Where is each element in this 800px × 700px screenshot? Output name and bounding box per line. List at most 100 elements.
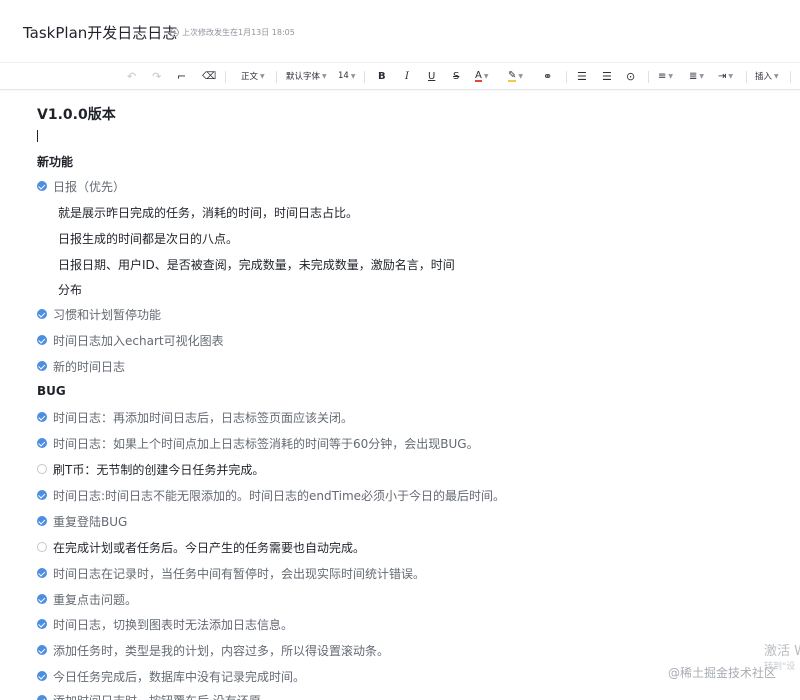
font-size-label: 14 — [338, 71, 349, 81]
chevron-down-icon: ▼ — [483, 72, 489, 80]
font-family-label: 默认字体 — [286, 72, 321, 82]
bold-button[interactable]: B — [378, 63, 386, 89]
toolbar-divider — [746, 71, 747, 83]
toolbar-divider — [790, 71, 791, 83]
checked-checkbox-icon[interactable] — [37, 568, 47, 578]
chevron-down-icon: ▼ — [728, 72, 734, 80]
bulleted-list-icon[interactable]: ☰ — [577, 63, 587, 89]
paragraph: 就是展示昨日完成的任务，消耗的时间，时间日志占比。 — [58, 206, 359, 220]
paragraph: 日报日期、用户ID、是否被查阅，完成数量，未完成数量，激励名言，时间 — [58, 258, 455, 272]
task-text: 时间日志加入echart可视化图表 — [53, 333, 224, 348]
checked-checkbox-icon[interactable] — [37, 671, 47, 681]
checked-checkbox-icon[interactable] — [37, 181, 47, 191]
checked-checkbox-icon[interactable] — [37, 619, 47, 629]
checked-checkbox-icon[interactable] — [37, 594, 47, 604]
task-item: 新的时间日志 — [37, 357, 125, 375]
font-color-icon: A — [475, 69, 482, 82]
document-title[interactable]: TaskPlan开发日志日志 — [23, 22, 177, 43]
site-watermark: @稀土掘金技术社区 — [668, 666, 777, 680]
task-item: 习惯和计划暂停功能 — [37, 305, 161, 323]
version-heading: V1.0.0版本 — [37, 107, 116, 123]
link-icon[interactable]: ⚭ — [543, 63, 552, 89]
checked-checkbox-icon[interactable] — [37, 695, 47, 700]
checked-checkbox-icon[interactable] — [37, 361, 47, 371]
formatting-toolbar: ↶ ↷ ⌐ ⌫ 正文 ▼ 默认字体 ▼ 14 ▼ B I U S A ▼ ✎ ▼… — [0, 62, 800, 90]
highlight-button[interactable]: ✎ ▼ — [508, 63, 523, 89]
task-item: 时间日志在记录时，当任务中间有暂停时，会出现实际时间统计错误。 — [37, 564, 425, 582]
task-list-icon[interactable]: ⊙ — [626, 63, 635, 89]
numbered-list-icon[interactable]: ☰ — [602, 63, 612, 89]
task-text: 时间日志：如果上个时间点加上日志标签消耗的时间等于60分钟，会出现BUG。 — [53, 436, 479, 451]
task-item: 添加时间日志时，按钮覆车后 没有还原 — [37, 691, 261, 700]
document-body[interactable]: V1.0.0版本 新功能 日报（优先） 就是展示昨日完成的任务，消耗的时间，时间… — [0, 90, 800, 700]
toolbar-divider — [364, 71, 365, 83]
paragraph: 分布 — [58, 283, 83, 297]
underline-button[interactable]: U — [428, 63, 435, 89]
unchecked-checkbox-icon[interactable] — [37, 542, 47, 552]
chevron-down-icon: ▼ — [260, 72, 265, 80]
toolbar-divider — [225, 71, 226, 83]
checked-checkbox-icon[interactable] — [37, 516, 47, 526]
clear-format-icon[interactable]: ⌫ — [202, 63, 216, 89]
highlighter-icon: ✎ — [508, 69, 517, 82]
task-text: 时间日志在记录时，当任务中间有暂停时，会出现实际时间统计错误。 — [53, 566, 426, 581]
chevron-down-icon: ▼ — [668, 72, 674, 80]
task-text: 时间日志：再添加时间日志后，日志标签页面应该关闭。 — [53, 410, 354, 425]
task-item: 刷T币：无节制的创建今日任务并完成。 — [37, 460, 264, 478]
format-painter-icon[interactable]: ⌐ — [177, 63, 186, 89]
checked-checkbox-icon[interactable] — [37, 309, 47, 319]
chevron-down-icon: ▼ — [518, 72, 524, 80]
task-text: 刷T币：无节制的创建今日任务并完成。 — [53, 462, 265, 477]
task-item: 时间日志，切换到图表时无法添加日志信息。 — [37, 615, 293, 633]
document-header: TaskPlan开发日志日志 上次修改发生在1月13日 18:05 — [0, 0, 800, 62]
align-button[interactable]: ≡ ▼ — [658, 63, 673, 89]
indent-icon: ⇥ — [718, 70, 727, 82]
redo-icon[interactable]: ↷ — [152, 63, 161, 89]
checked-checkbox-icon[interactable] — [37, 412, 47, 422]
checked-checkbox-icon[interactable] — [37, 490, 47, 500]
new-features-heading: 新功能 — [37, 155, 74, 169]
task-item: 时间日志:时间日志不能无限添加的。时间日志的endTime必须小于今日的最后时间… — [37, 486, 505, 504]
task-text: 日报（优先） — [53, 179, 126, 194]
task-item: 时间日志：再添加时间日志后，日志标签页面应该关闭。 — [37, 408, 353, 426]
task-text: 在完成计划或者任务后。今日产生的任务需要也自动完成。 — [53, 540, 366, 555]
line-spacing-button[interactable]: ≣ ▼ — [689, 63, 704, 89]
paragraph-style-dropdown[interactable]: 正文 ▼ — [241, 63, 265, 89]
indent-button[interactable]: ⇥ ▼ — [718, 63, 733, 89]
task-item: 重复登陆BUG — [37, 512, 127, 530]
chevron-down-icon: ▼ — [774, 72, 779, 80]
checked-checkbox-icon[interactable] — [37, 645, 47, 655]
task-item: 今日任务完成后，数据库中没有记录完成时间。 — [37, 667, 305, 685]
last-modified-text: 上次修改发生在1月13日 18:05 — [182, 28, 295, 37]
toolbar-divider — [648, 71, 649, 83]
italic-button[interactable]: I — [405, 63, 409, 89]
task-item: 添加任务时，类型是我的计划，内容过多，所以得设置滚动条。 — [37, 641, 389, 659]
font-family-dropdown[interactable]: 默认字体 ▼ — [286, 63, 327, 89]
task-text: 今日任务完成后，数据库中没有记录完成时间。 — [53, 669, 306, 684]
task-text: 时间日志:时间日志不能无限添加的。时间日志的endTime必须小于今日的最后时间… — [53, 488, 506, 503]
task-item: 在完成计划或者任务后。今日产生的任务需要也自动完成。 — [37, 538, 365, 556]
task-item: 重复点击问题。 — [37, 590, 137, 608]
task-text: 重复点击问题。 — [53, 592, 138, 607]
font-size-dropdown[interactable]: 14 ▼ — [338, 63, 355, 89]
checked-checkbox-icon[interactable] — [37, 438, 47, 448]
windows-activation-notice: 激活 W — [764, 644, 800, 659]
paragraph-style-label: 正文 — [241, 72, 259, 82]
task-text: 添加时间日志时，按钮覆车后 没有还原 — [53, 692, 261, 700]
text-cursor — [37, 130, 38, 142]
clock-icon — [170, 28, 179, 37]
undo-icon[interactable]: ↶ — [127, 63, 136, 89]
paragraph: 日报生成的时间都是次日的八点。 — [58, 232, 239, 246]
task-item: 时间日志：如果上个时间点加上日志标签消耗的时间等于60分钟，会出现BUG。 — [37, 434, 479, 452]
font-color-button[interactable]: A ▼ — [475, 63, 488, 89]
task-item: 时间日志加入echart可视化图表 — [37, 331, 224, 349]
line-spacing-icon: ≣ — [689, 70, 698, 82]
unchecked-checkbox-icon[interactable] — [37, 464, 47, 474]
insert-dropdown[interactable]: 插入 ▼ — [755, 63, 779, 89]
task-text: 新的时间日志 — [53, 359, 126, 374]
align-left-icon: ≡ — [658, 70, 667, 82]
strikethrough-button[interactable]: S — [453, 63, 459, 89]
task-text: 添加任务时，类型是我的计划，内容过多，所以得设置滚动条。 — [53, 643, 390, 658]
chevron-down-icon: ▼ — [350, 72, 356, 80]
checked-checkbox-icon[interactable] — [37, 335, 47, 345]
